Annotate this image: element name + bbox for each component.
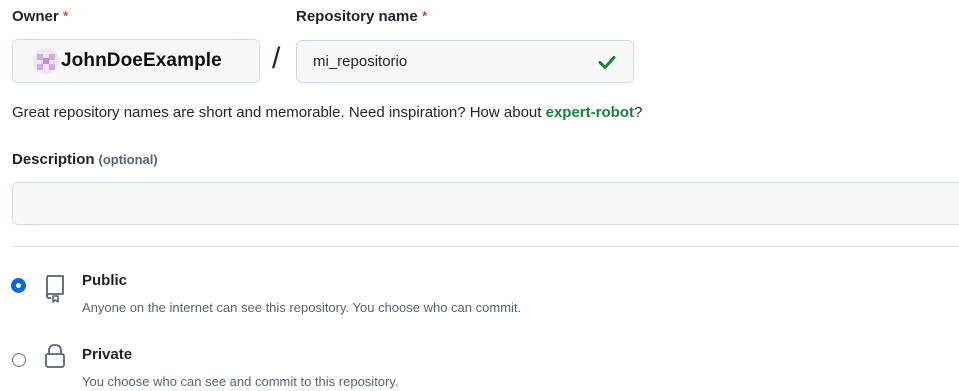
description-label-text: Description	[12, 151, 95, 168]
lock-icon	[45, 344, 65, 368]
repository-name-label-text: Repository name	[296, 8, 418, 25]
repository-name-input[interactable]: mi_repositorio	[296, 40, 634, 83]
owner-avatar	[33, 48, 59, 74]
public-option-description: Anyone on the internet can see this repo…	[82, 300, 522, 315]
repository-name-hint: Great repository names are short and mem…	[12, 104, 642, 121]
visibility-public-radio[interactable]	[12, 279, 25, 292]
public-option-title: Public	[82, 272, 128, 289]
check-icon	[598, 56, 616, 69]
owner-repo-separator: /	[272, 42, 281, 75]
private-option-title: Private	[82, 346, 133, 363]
section-divider	[12, 246, 959, 247]
owner-label: Owner *	[12, 8, 69, 25]
public-radio-indicator[interactable]	[12, 279, 25, 292]
repository-name-label: Repository name *	[296, 8, 428, 25]
repository-name-required-mark: *	[421, 8, 428, 25]
name-suggestion-link[interactable]: expert-robot	[546, 104, 634, 121]
private-radio-indicator[interactable]	[12, 353, 26, 367]
owner-label-text: Owner	[12, 8, 59, 25]
description-label: Description (optional)	[12, 151, 158, 168]
owner-name: JohnDoeExample	[61, 50, 222, 71]
repository-name-value: mi_repositorio	[313, 53, 408, 70]
private-option-description: You choose who can see and commit to thi…	[82, 374, 399, 389]
description-input[interactable]	[12, 182, 959, 225]
visibility-private-radio[interactable]	[12, 353, 26, 367]
owner-select-button[interactable]: JohnDoeExample	[12, 39, 260, 83]
hint-suffix: ?	[633, 104, 643, 121]
hint-text: Great repository names are short and mem…	[12, 104, 546, 121]
owner-required-mark: *	[62, 8, 69, 25]
description-optional-note: (optional)	[98, 152, 158, 167]
repo-icon	[46, 275, 64, 303]
